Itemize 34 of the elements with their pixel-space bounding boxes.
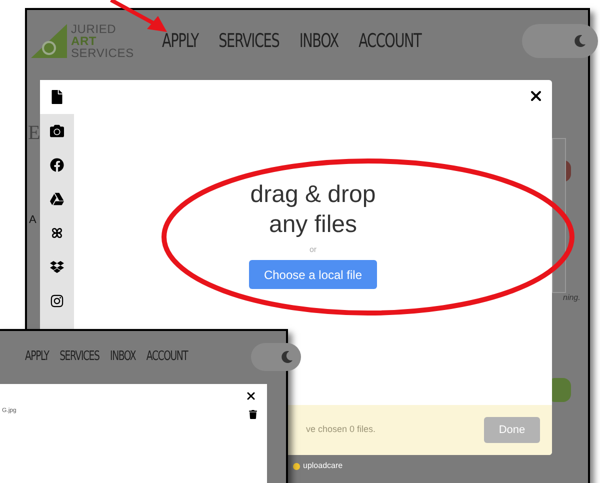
uploadcare-logo-icon bbox=[293, 462, 300, 470]
hint-text: ning. bbox=[563, 292, 580, 304]
theme-toggle[interactable] bbox=[522, 24, 598, 58]
nav-link[interactable]: SERVICES bbox=[218, 26, 280, 56]
dropbox-icon bbox=[50, 260, 64, 274]
drop-title: drag & drop bbox=[250, 180, 376, 210]
status-text: ve chosen 0 files. bbox=[306, 423, 376, 436]
close-icon[interactable] bbox=[528, 88, 544, 104]
powered-by-text: uploadcare bbox=[303, 460, 343, 472]
file-icon bbox=[50, 90, 64, 104]
close-icon[interactable] bbox=[245, 390, 257, 402]
instagram-icon bbox=[50, 294, 64, 308]
drop-subtitle: any files bbox=[268, 210, 358, 240]
nav-link[interactable]: ACCOUNT bbox=[358, 26, 422, 56]
or-text: or bbox=[309, 244, 317, 256]
trash-icon[interactable] bbox=[249, 410, 257, 419]
pinwheel-icon bbox=[50, 226, 64, 240]
nav-link[interactable]: INBOX bbox=[299, 26, 338, 56]
moon-icon bbox=[280, 351, 293, 363]
nav-link[interactable]: SERVICES bbox=[60, 347, 100, 367]
theme-toggle[interactable] bbox=[250, 343, 301, 371]
logo-icon bbox=[31, 24, 67, 58]
field-label: A bbox=[29, 213, 36, 228]
nav-link[interactable]: ACCOUNT bbox=[146, 347, 188, 367]
facebook-icon bbox=[50, 158, 64, 172]
camera-icon bbox=[50, 124, 64, 138]
moon-icon bbox=[574, 35, 586, 47]
choose-file-button[interactable]: Choose a local file bbox=[248, 260, 378, 289]
nav-link[interactable]: APPLY bbox=[25, 347, 49, 367]
source-tab[interactable] bbox=[40, 114, 74, 148]
nav-link[interactable]: INBOX bbox=[110, 347, 136, 367]
drive-icon bbox=[50, 192, 64, 206]
nav-link[interactable]: APPLY bbox=[162, 26, 198, 56]
logo-text: ART bbox=[71, 35, 98, 47]
